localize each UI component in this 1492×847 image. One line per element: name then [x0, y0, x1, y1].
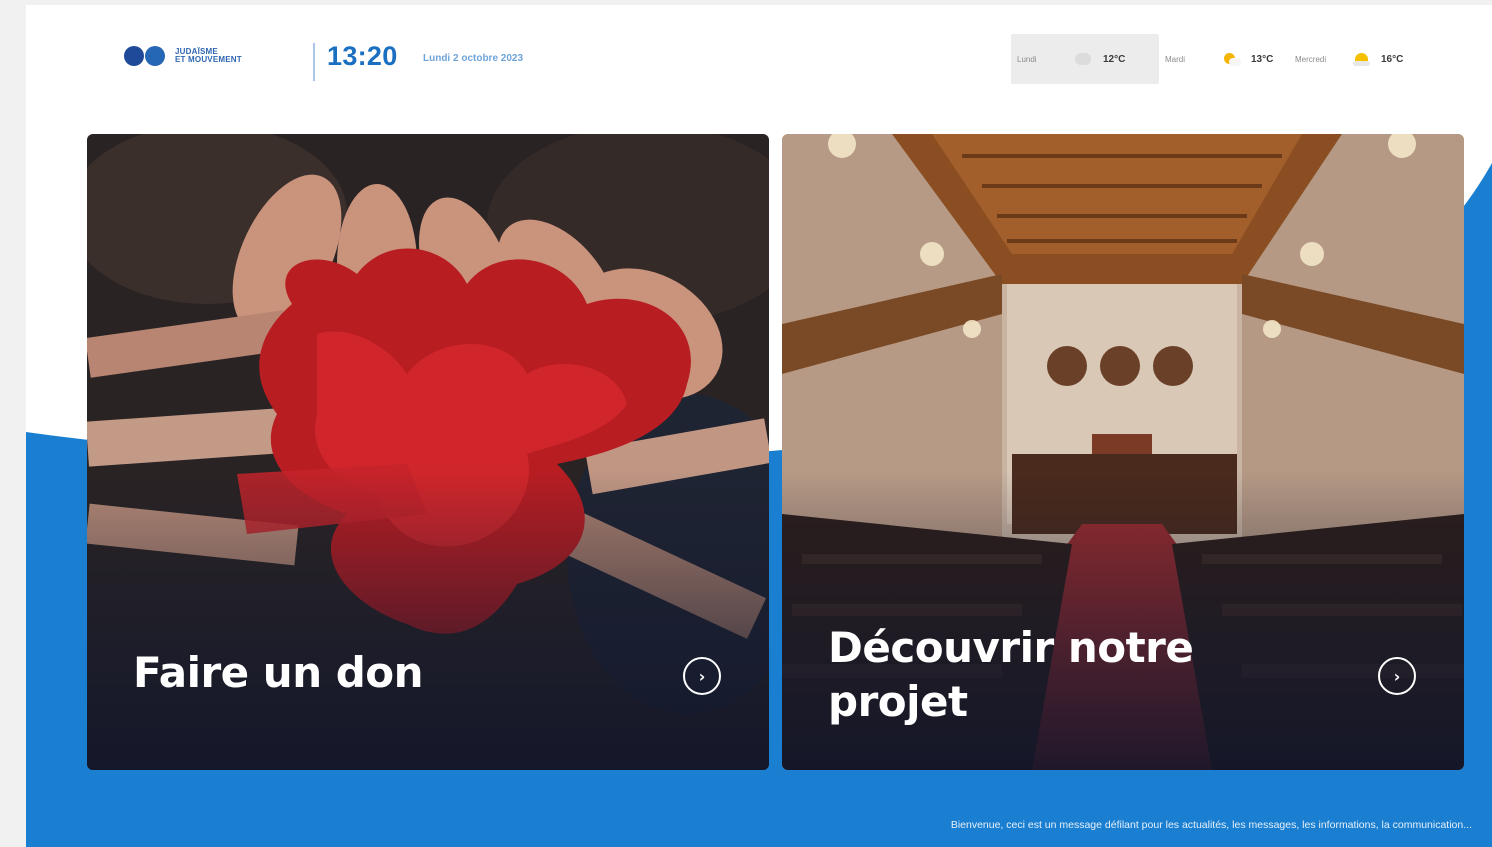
weather-temp: 12°C	[1103, 53, 1126, 65]
kiosk-screen: JUDAÏSME ET MOUVEMENT 13:20 Lundi 2 octo…	[26, 5, 1492, 847]
logo-line: ET MOUVEMENT	[175, 55, 242, 64]
partly-sunny-icon	[1223, 53, 1241, 66]
sunset-icon	[1353, 53, 1370, 66]
chevron-right-icon[interactable]: ›	[683, 657, 721, 695]
card-title: Faire un don	[133, 648, 424, 697]
card-title: Découvrir notre projet	[828, 623, 1194, 726]
cloud-icon	[1075, 53, 1091, 65]
weather-day-name: Mercredi	[1295, 54, 1327, 64]
weather-day-name: Mardi	[1165, 54, 1186, 64]
weather-day-wednesday: Mercredi 16°C	[1289, 34, 1419, 84]
news-ticker: Bienvenue, ceci est un message défilant …	[950, 819, 1472, 831]
date: Lundi 2 octobre 2023	[423, 53, 524, 64]
clock: 13:20	[327, 41, 398, 71]
weather-day-name: Lundi	[1017, 54, 1037, 64]
logo: JUDAÏSME ET MOUVEMENT	[124, 46, 273, 66]
weather-temp: 16°C	[1381, 53, 1404, 65]
weather-temp: 13°C	[1251, 53, 1274, 65]
weather-forecast: Lundi 12°C Mardi 13°C Mercredi 16°C	[1011, 34, 1419, 84]
logo-wordmark: JUDAÏSME ET MOUVEMENT	[175, 48, 273, 64]
weather-day-monday: Lundi 12°C	[1011, 34, 1159, 84]
header-divider	[313, 43, 315, 81]
project-card[interactable]: Découvrir notre projet ›	[782, 134, 1464, 770]
weather-day-tuesday: Mardi 13°C	[1159, 34, 1289, 84]
chevron-right-icon[interactable]: ›	[1378, 657, 1416, 695]
card-gradient-overlay	[87, 470, 769, 770]
logo-dot-icon	[145, 46, 165, 66]
logo-dot-icon	[124, 46, 144, 66]
donate-card[interactable]: Faire un don ›	[87, 134, 769, 770]
